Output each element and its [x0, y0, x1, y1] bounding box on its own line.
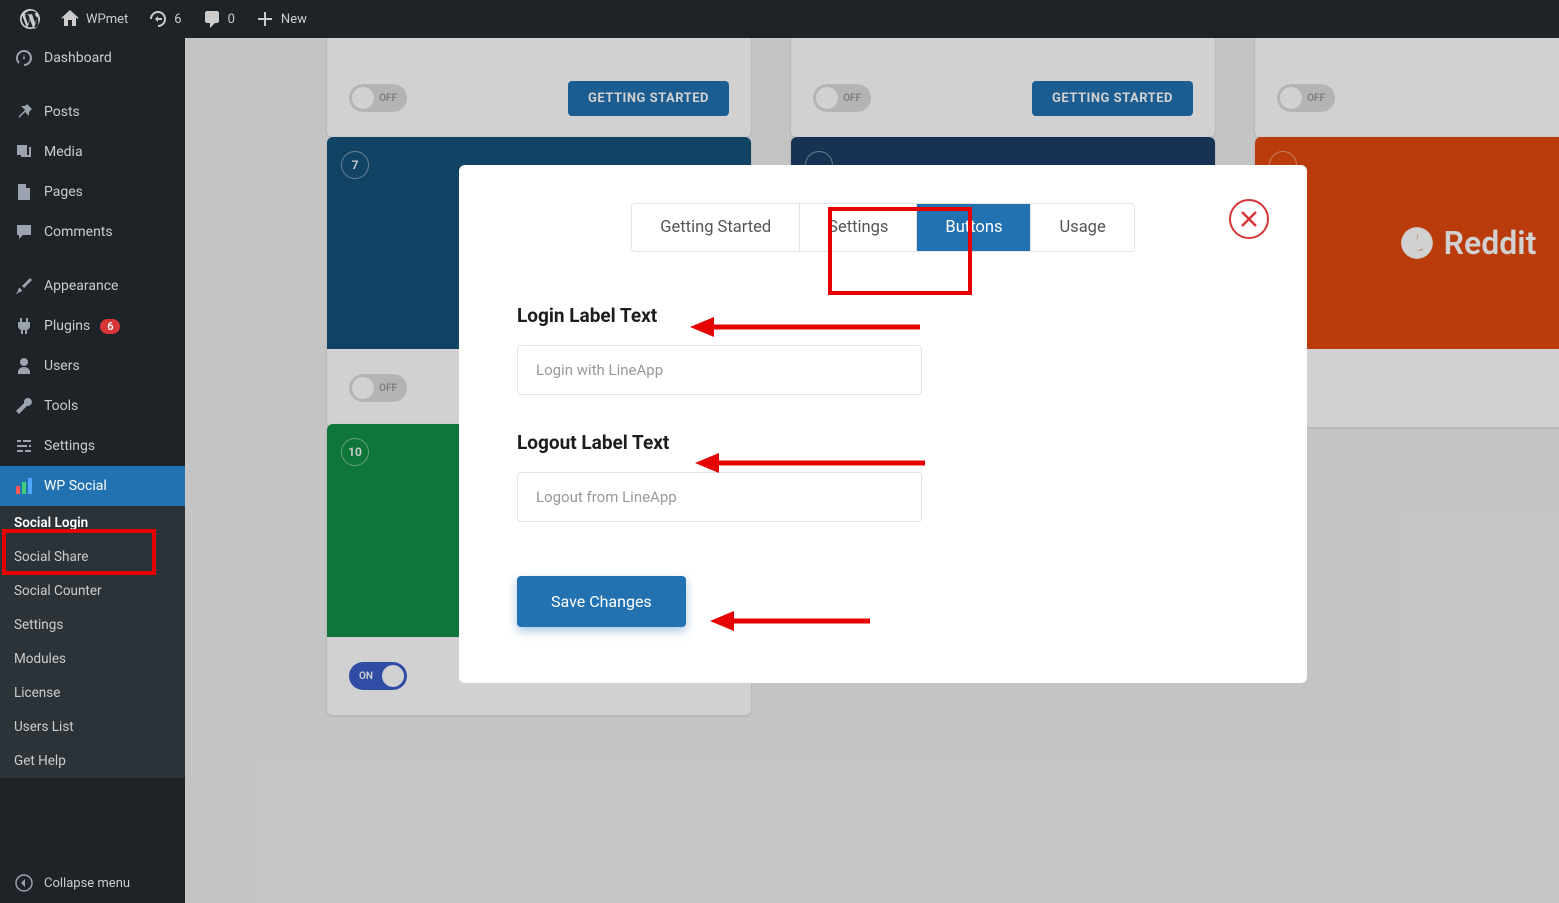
updates-link[interactable]: 6	[138, 9, 191, 29]
site-link[interactable]: WPmet	[50, 9, 138, 29]
menu-plugins[interactable]: Plugins6	[0, 306, 185, 346]
sub-get-help[interactable]: Get Help	[0, 744, 185, 778]
sub-settings[interactable]: Settings	[0, 608, 185, 642]
admin-sidebar: Dashboard Posts Media Pages Comments App…	[0, 38, 185, 903]
submenu-wp-social: Social Login Social Share Social Counter…	[0, 506, 185, 778]
login-label-heading: Login Label Text	[517, 304, 1249, 327]
wp-logo[interactable]	[10, 9, 50, 29]
site-name: WPmet	[86, 12, 128, 27]
comment-icon	[202, 9, 222, 29]
menu-comments[interactable]: Comments	[0, 212, 185, 252]
menu-users[interactable]: Users	[0, 346, 185, 386]
menu-dashboard[interactable]: Dashboard	[0, 38, 185, 78]
menu-pages[interactable]: Pages	[0, 172, 185, 212]
media-icon	[14, 142, 34, 162]
sub-social-share[interactable]: Social Share	[0, 540, 185, 574]
plugins-badge: 6	[100, 319, 120, 334]
sub-social-counter[interactable]: Social Counter	[0, 574, 185, 608]
page-icon	[14, 182, 34, 202]
new-label: New	[281, 12, 307, 27]
sub-license[interactable]: License	[0, 676, 185, 710]
collapse-icon	[14, 873, 34, 893]
plus-icon	[255, 9, 275, 29]
menu-settings[interactable]: Settings	[0, 426, 185, 466]
wordpress-icon	[20, 9, 40, 29]
menu-wp-social[interactable]: WP Social	[0, 466, 185, 506]
sliders-icon	[14, 436, 34, 456]
sub-users-list[interactable]: Users List	[0, 710, 185, 744]
logout-label-input[interactable]	[517, 472, 922, 522]
home-icon	[60, 9, 80, 29]
login-label-input[interactable]	[517, 345, 922, 395]
comments-count: 0	[228, 12, 235, 27]
tab-getting-started[interactable]: Getting Started	[632, 204, 800, 251]
sub-modules[interactable]: Modules	[0, 642, 185, 676]
comments-link[interactable]: 0	[192, 9, 245, 29]
tab-usage[interactable]: Usage	[1031, 204, 1133, 251]
admin-bar: WPmet 6 0 New	[0, 0, 1559, 38]
settings-modal: Getting Started Settings Buttons Usage L…	[459, 165, 1307, 683]
wpsocial-icon	[14, 476, 34, 496]
tab-settings[interactable]: Settings	[800, 204, 917, 251]
pin-icon	[14, 102, 34, 122]
plugin-icon	[14, 316, 34, 336]
new-link[interactable]: New	[245, 9, 317, 29]
tab-buttons[interactable]: Buttons	[917, 204, 1031, 251]
modal-tabs: Getting Started Settings Buttons Usage	[631, 203, 1134, 252]
collapse-menu[interactable]: Collapse menu	[0, 863, 185, 903]
menu-posts[interactable]: Posts	[0, 92, 185, 132]
update-icon	[148, 9, 168, 29]
logout-label-heading: Logout Label Text	[517, 431, 1249, 454]
close-button[interactable]	[1229, 199, 1269, 239]
wrench-icon	[14, 396, 34, 416]
sub-social-login[interactable]: Social Login	[0, 506, 185, 540]
menu-media[interactable]: Media	[0, 132, 185, 172]
updates-count: 6	[174, 12, 181, 27]
menu-tools[interactable]: Tools	[0, 386, 185, 426]
brush-icon	[14, 276, 34, 296]
menu-appearance[interactable]: Appearance	[0, 266, 185, 306]
user-icon	[14, 356, 34, 376]
dashboard-icon	[14, 48, 34, 68]
save-button[interactable]: Save Changes	[517, 576, 686, 627]
close-icon	[1240, 210, 1258, 228]
comment-icon	[14, 222, 34, 242]
